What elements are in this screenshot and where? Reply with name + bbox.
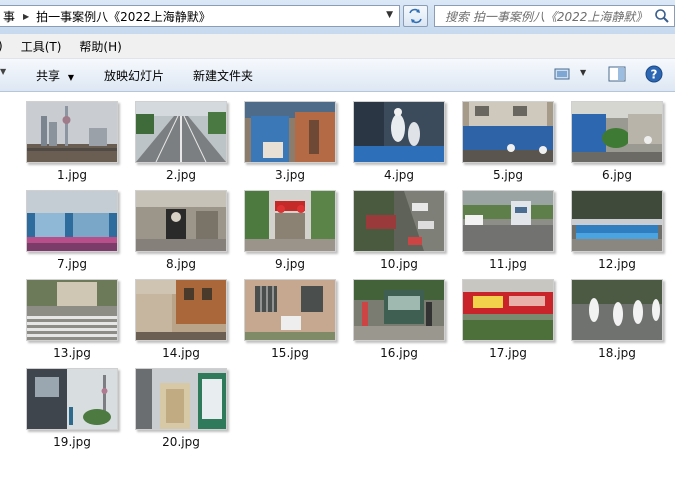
- photo-window-ac-icon: [244, 279, 336, 341]
- file-name: 2.jpg: [165, 168, 197, 182]
- file-name: 16.jpg: [380, 346, 418, 360]
- command-bar: ▼ 共享 ▼ 放映幻灯片 新建文件夹 ▼ ?: [0, 59, 675, 92]
- photo-empty-highway-icon: [135, 101, 227, 163]
- file-name: 7.jpg: [56, 257, 88, 271]
- menu-help[interactable]: 帮助(H): [79, 38, 121, 55]
- file-name: 10.jpg: [380, 257, 418, 271]
- view-dropdown-icon[interactable]: ▼: [580, 68, 586, 77]
- preview-pane-icon: [608, 66, 626, 82]
- file-name: 11.jpg: [489, 257, 527, 271]
- file-name: 1.jpg: [56, 168, 88, 182]
- chevron-down-icon: ▼: [67, 73, 74, 82]
- file-name: 20.jpg: [162, 435, 200, 449]
- photo-storefront-flowers-icon: [26, 190, 118, 252]
- photo-red-banner-icon: [462, 279, 554, 341]
- photo-buildings-sign-icon: [135, 368, 227, 430]
- file-name: 12.jpg: [598, 257, 636, 271]
- photo-gate-icon: [135, 190, 227, 252]
- file-name: 18.jpg: [598, 346, 636, 360]
- photo-street-aerial-icon: [353, 190, 445, 252]
- search-input[interactable]: 搜索 拍一事案例八《2022上海静默》: [434, 5, 675, 27]
- view-icon: [554, 68, 570, 80]
- file-name: 4.jpg: [383, 168, 415, 182]
- address-bar-row: 事 ▶ 拍一事案例八《2022上海静默》 ▼ 搜索 拍一事案例八《2022上海静…: [0, 0, 675, 34]
- photo-hazmat-workers-icon: [353, 101, 445, 163]
- photo-hazmat-street-icon: [571, 279, 663, 341]
- breadcrumb-arrow-icon[interactable]: ▶: [23, 12, 29, 21]
- photo-red-lanterns-icon: [244, 190, 336, 252]
- file-name: 8.jpg: [165, 257, 197, 271]
- file-name: 13.jpg: [53, 346, 91, 360]
- help-icon: ?: [645, 65, 663, 83]
- slideshow-button[interactable]: 放映幻灯片: [104, 67, 164, 84]
- photo-water-bottles-icon: [571, 190, 663, 252]
- file-name: 6.jpg: [601, 168, 633, 182]
- photo-tower-alley-icon: [26, 368, 118, 430]
- file-name: 15.jpg: [271, 346, 309, 360]
- breadcrumb-prev[interactable]: 事: [3, 8, 15, 25]
- share-button[interactable]: 共享 ▼: [36, 67, 74, 84]
- share-label: 共享: [36, 69, 61, 83]
- file-name: 19.jpg: [53, 435, 91, 449]
- photo-crosswalk-icon: [26, 279, 118, 341]
- photo-blue-fence-trees-icon: [571, 101, 663, 163]
- photo-old-buildings-icon: [135, 279, 227, 341]
- search-icon[interactable]: [654, 8, 670, 24]
- photo-blue-fence-icon: [462, 101, 554, 163]
- svg-text:?: ?: [651, 68, 658, 82]
- file-name: 14.jpg: [162, 346, 200, 360]
- new-folder-button[interactable]: 新建文件夹: [193, 67, 253, 84]
- breadcrumb-current[interactable]: 拍一事案例八《2022上海静默》: [36, 8, 211, 25]
- photo-checkpoint-booth-icon: [462, 190, 554, 252]
- address-dropdown-icon[interactable]: ▼: [386, 10, 393, 20]
- photo-testing-kiosk-icon: [353, 279, 445, 341]
- file-name: 3.jpg: [274, 168, 306, 182]
- photo-blue-barrier-icon: [244, 101, 336, 163]
- photo-skyline-icon: [26, 101, 118, 163]
- dropdown-arrow-icon[interactable]: ▼: [0, 67, 6, 76]
- help-button[interactable]: ?: [645, 65, 663, 86]
- file-name: 5.jpg: [492, 168, 524, 182]
- change-view-button[interactable]: [554, 67, 572, 84]
- search-placeholder: 搜索 拍一事案例八《2022上海静默》: [445, 9, 648, 24]
- file-list: 1.jpg 2.jpg 3.jpg 4.jpg 5.jpg 6.jpg 7.jp…: [0, 92, 675, 483]
- menu-view-partial[interactable]: ): [0, 39, 3, 53]
- preview-pane-button[interactable]: [608, 66, 626, 85]
- address-bar[interactable]: 事 ▶ 拍一事案例八《2022上海静默》 ▼: [0, 5, 400, 27]
- menu-bar: ) 工具(T) 帮助(H): [0, 34, 675, 59]
- refresh-icon: [409, 8, 422, 24]
- file-name: 17.jpg: [489, 346, 527, 360]
- refresh-button[interactable]: [403, 5, 428, 27]
- menu-tools[interactable]: 工具(T): [21, 38, 62, 55]
- file-name: 9.jpg: [274, 257, 306, 271]
